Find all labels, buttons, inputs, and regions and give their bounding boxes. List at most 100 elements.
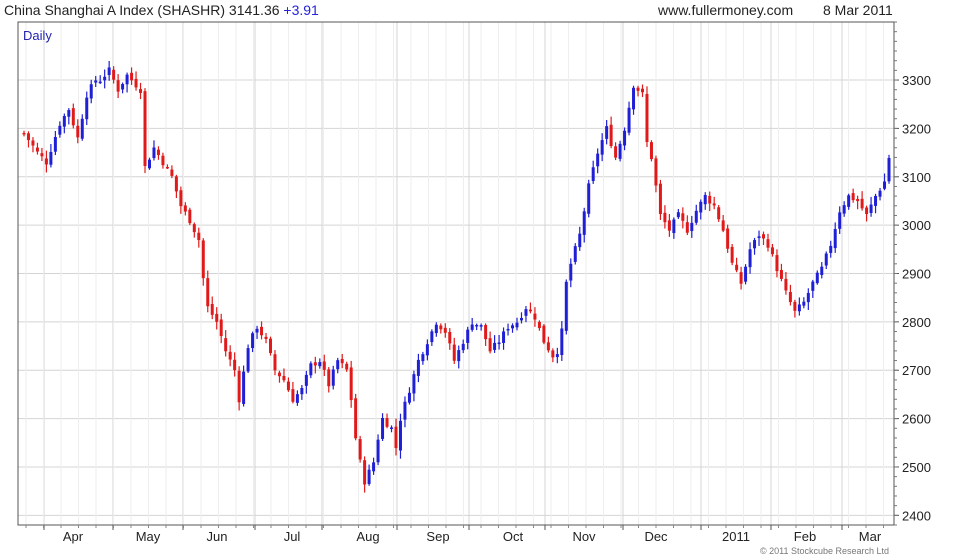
candle-body: [228, 351, 232, 360]
candle: [439, 323, 443, 334]
candle: [273, 350, 277, 376]
candle-body: [596, 153, 600, 167]
candle: [67, 108, 71, 125]
candle: [448, 328, 452, 350]
candle-body: [878, 190, 882, 197]
y-tick-label: 2700: [902, 363, 931, 378]
candle: [569, 258, 573, 288]
candle-body: [730, 246, 734, 263]
candle: [264, 333, 268, 344]
candle-body: [770, 247, 774, 255]
candle-body: [587, 183, 591, 214]
candle: [152, 140, 156, 161]
x-tick-label: Aug: [356, 529, 379, 544]
candle-body: [304, 374, 308, 386]
grid-lines: [18, 22, 894, 525]
candle: [645, 86, 649, 148]
candle: [331, 365, 335, 390]
candle: [26, 131, 30, 148]
candle: [197, 227, 201, 248]
candle: [228, 345, 232, 367]
candle: [860, 191, 864, 211]
candle-body: [255, 328, 259, 333]
candle-body: [398, 420, 402, 451]
candle-body: [143, 91, 147, 167]
candle: [291, 381, 295, 404]
candle: [488, 331, 492, 354]
candle-body: [694, 210, 698, 223]
candle-body: [40, 153, 44, 157]
candle: [103, 69, 107, 89]
candle: [618, 140, 622, 162]
candle-body: [134, 78, 138, 88]
candle-body: [206, 278, 210, 307]
candle: [779, 263, 783, 282]
candle-body: [815, 272, 819, 284]
candle-body: [833, 229, 837, 249]
candle: [107, 60, 111, 81]
candle-body: [717, 207, 721, 220]
candle: [587, 179, 591, 218]
candle-body: [26, 133, 30, 141]
candle: [161, 152, 165, 169]
candle: [434, 322, 438, 337]
candle: [71, 103, 75, 129]
candle: [398, 413, 402, 459]
candle-body: [744, 266, 748, 282]
candle: [269, 336, 273, 356]
candle-body: [183, 205, 187, 212]
candle: [878, 187, 882, 201]
candle: [842, 201, 846, 217]
candle: [224, 330, 228, 357]
candle-body: [358, 439, 362, 460]
candle-body: [345, 363, 349, 370]
candle: [183, 202, 187, 216]
candle-body: [488, 338, 492, 352]
candle-body: [806, 292, 810, 303]
candle-body: [62, 115, 66, 127]
candle-body: [640, 88, 644, 93]
candle: [596, 148, 600, 174]
candle-body: [434, 324, 438, 334]
x-tick-label: Dec: [644, 529, 668, 544]
candle-body: [829, 245, 833, 253]
candle-body: [461, 343, 465, 351]
candle-body: [681, 213, 685, 221]
candle: [80, 114, 84, 141]
candle: [694, 204, 698, 225]
candle-body: [130, 72, 134, 81]
candle: [717, 204, 721, 222]
candle-body: [658, 183, 662, 215]
candle-body: [103, 76, 107, 81]
candle-body: [672, 219, 676, 234]
x-tick-label: 2011: [722, 529, 750, 544]
candle-body: [85, 97, 89, 120]
candle-body: [515, 322, 519, 328]
candle: [255, 325, 259, 339]
candle-body: [811, 281, 815, 291]
candle-body: [869, 204, 873, 213]
x-tick-label: Oct: [503, 529, 524, 544]
candle-body: [67, 110, 71, 117]
candle-body: [551, 350, 555, 358]
candle-body: [318, 362, 322, 367]
candle: [802, 297, 806, 309]
candle: [847, 193, 851, 210]
candle-body: [291, 389, 295, 402]
candle-body: [363, 460, 367, 485]
candle: [753, 237, 757, 255]
candle: [479, 323, 483, 331]
candle-body: [569, 263, 573, 281]
candle-body: [403, 401, 407, 420]
candle-body: [152, 147, 156, 159]
candle: [856, 195, 860, 210]
candle-body: [779, 269, 783, 279]
candle-body: [708, 195, 712, 204]
candle: [869, 196, 873, 217]
y-tick-label: 3300: [902, 73, 931, 88]
candle-body: [215, 313, 219, 322]
candle-body: [430, 331, 434, 343]
candle-body: [466, 329, 470, 343]
candle: [833, 222, 837, 253]
candle-body: [197, 232, 201, 241]
